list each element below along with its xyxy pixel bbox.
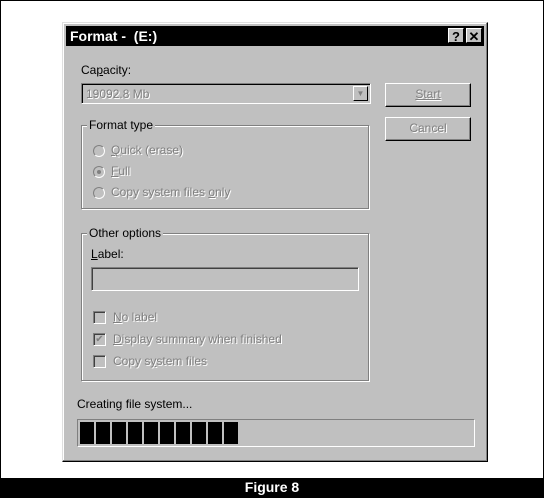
progress-block [144,422,158,444]
copy-system-files-only-label: Copy system files only [111,185,231,199]
full-label: Full [111,164,131,178]
progress-block [192,422,206,444]
quick-erase-radio[interactable] [93,145,105,157]
copy-system-files-only-radio[interactable] [93,187,105,199]
no-label-checkbox[interactable] [93,311,106,324]
close-button[interactable]: ✕ [466,28,482,44]
cancel-button[interactable]: Cancel [385,117,471,141]
figure-caption-bar: Figure 8 [0,478,544,498]
other-options-title: Other options [87,226,164,240]
copy-system-files-label: Copy system files [113,354,208,368]
progress-block [80,422,94,444]
title-bar: Format - (E:) ? ✕ [66,26,484,46]
copy-system-files-checkbox[interactable] [93,355,106,368]
display-summary-label: Display summary when finished [113,332,282,346]
help-button[interactable]: ? [448,28,464,44]
checkmark-icon: ✔ [95,334,104,345]
window-title: Format - (E:) [70,28,158,44]
capacity-label: Capacity: [81,63,132,77]
format-progress-bar [77,419,475,447]
status-text: Creating file system... [77,397,193,411]
label-field-label: Label: [91,247,124,261]
full-radio[interactable] [93,166,105,178]
chevron-down-icon[interactable]: ▼ [353,86,368,101]
progress-block [96,422,110,444]
format-dialog: Format - (E:) ? ✕ Capacity: 19092.8 Mb ▼… [62,22,488,462]
no-label-label: No label [113,310,158,324]
label-input[interactable] [91,267,359,291]
progress-block [128,422,142,444]
progress-fill [80,422,472,444]
format-type-title: Format type [87,118,156,132]
progress-block [224,422,238,444]
start-button[interactable]: Start [385,83,471,107]
progress-block [176,422,190,444]
figure-caption: Figure 8 [244,479,300,495]
progress-block [112,422,126,444]
quick-erase-label: Quick (erase) [111,143,184,157]
progress-block [208,422,222,444]
capacity-value: 19092.8 Mb [86,87,150,101]
progress-block [160,422,174,444]
display-summary-checkbox[interactable]: ✔ [93,333,106,346]
capacity-select[interactable]: 19092.8 Mb ▼ [81,83,371,104]
